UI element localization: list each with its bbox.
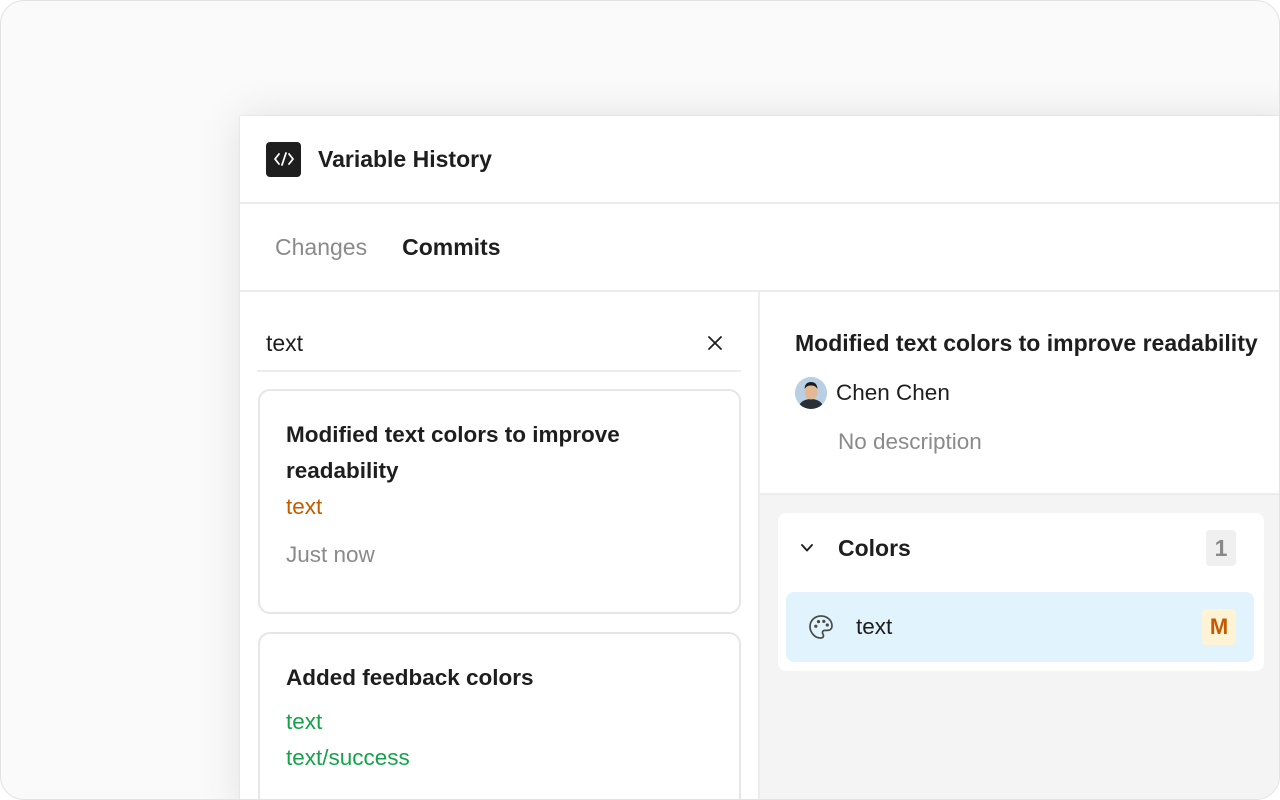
palette-icon — [806, 612, 836, 642]
commit-variable-modified: text — [286, 494, 323, 519]
group-name: Colors — [838, 534, 911, 561]
screenshot-frame: Variable History Changes Commits Modifie… — [0, 0, 1280, 800]
avatar — [795, 377, 827, 409]
author-row: Chen Chen — [795, 377, 1279, 409]
commit-card[interactable]: Added feedback colors text text/success — [258, 632, 741, 799]
variable-row-text[interactable]: text M — [786, 592, 1254, 662]
tab-bar: Changes Commits — [240, 204, 1279, 292]
commit-title: Added feedback colors — [286, 665, 534, 690]
group-header-colors[interactable]: Colors 1 — [778, 513, 1264, 583]
commit-variable-added: text/success — [286, 745, 410, 770]
clear-search-button[interactable] — [697, 325, 733, 361]
close-icon — [708, 336, 722, 350]
window-title: Variable History — [318, 145, 492, 172]
commit-description: No description — [838, 429, 982, 454]
changed-variables-area: Colors 1 text M — [760, 495, 1279, 799]
commit-variable-added: text — [286, 709, 323, 734]
tab-commits[interactable]: Commits — [402, 234, 500, 261]
title-bar: Variable History — [240, 116, 1279, 204]
commit-detail-pane: Modified text colors to improve readabil… — [760, 292, 1279, 799]
commit-timestamp: Just now — [286, 542, 375, 567]
commit-title: Modified text colors to improve readabil… — [286, 422, 620, 483]
variable-group-card: Colors 1 text M — [778, 513, 1264, 671]
author-name: Chen Chen — [836, 380, 950, 405]
commit-detail-title: Modified text colors to improve readabil… — [795, 330, 1258, 356]
chevron-down-icon[interactable] — [796, 537, 818, 559]
tab-changes[interactable]: Changes — [275, 234, 367, 261]
variable-history-window: Variable History Changes Commits Modifie… — [240, 116, 1279, 799]
search-input[interactable] — [257, 329, 697, 357]
commit-card[interactable]: Modified text colors to improve readabil… — [258, 389, 741, 614]
code-icon — [266, 141, 301, 177]
variable-name: text — [856, 614, 893, 639]
group-count-badge: 1 — [1206, 530, 1236, 566]
commit-detail-header: Modified text colors to improve readabil… — [760, 292, 1279, 495]
modified-status-badge: M — [1202, 609, 1236, 645]
search-bar — [257, 316, 741, 372]
commit-list-pane: Modified text colors to improve readabil… — [240, 292, 760, 799]
